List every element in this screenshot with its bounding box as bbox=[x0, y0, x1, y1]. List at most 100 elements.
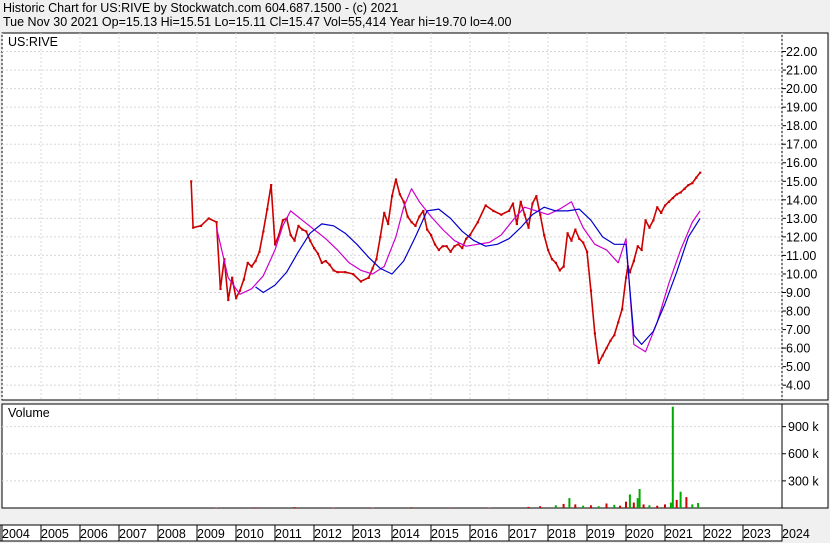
close-point bbox=[433, 243, 437, 246]
close-point bbox=[320, 261, 323, 264]
close-point bbox=[609, 339, 612, 342]
close-point bbox=[535, 195, 538, 198]
close-point bbox=[238, 289, 242, 292]
price-tick-label: 8.00 bbox=[786, 305, 810, 319]
close-point bbox=[441, 245, 444, 248]
volume-bar bbox=[562, 503, 565, 508]
year-tick-label: 2022 bbox=[704, 527, 732, 541]
volume-tick-label: 300 k bbox=[788, 474, 819, 488]
volume-bar bbox=[568, 498, 571, 508]
volume-bar bbox=[605, 503, 608, 508]
volume-bar bbox=[632, 502, 635, 508]
close-point bbox=[691, 182, 694, 185]
close-point bbox=[465, 237, 468, 240]
price-tick-label: 5.00 bbox=[786, 360, 810, 374]
volume-bar bbox=[697, 503, 700, 508]
close-point bbox=[570, 239, 573, 242]
price-tick-label: 9.00 bbox=[786, 286, 810, 300]
close-point bbox=[246, 261, 249, 264]
year-tick-label: 2013 bbox=[353, 527, 381, 541]
price-volume-chart: 4.00 5.00 6.00 7.00 8.00 9.00 10.00 11.00 12.00 1… bbox=[0, 32, 829, 542]
close-point bbox=[648, 226, 651, 229]
close-point bbox=[476, 221, 479, 224]
close-point bbox=[625, 276, 628, 279]
volume-bar bbox=[254, 507, 257, 508]
year-tick-label: 2015 bbox=[431, 527, 459, 541]
close-point bbox=[628, 271, 632, 274]
close-point bbox=[344, 271, 347, 274]
close-point bbox=[675, 193, 678, 196]
price-tick-label: 20.00 bbox=[786, 82, 817, 96]
close-point bbox=[558, 269, 561, 272]
close-point bbox=[523, 213, 526, 216]
price-tick-label: 15.00 bbox=[786, 175, 817, 189]
close-point bbox=[262, 230, 265, 233]
close-point bbox=[313, 247, 316, 250]
close-point bbox=[519, 200, 522, 203]
close-point bbox=[695, 176, 698, 179]
price-tick-label: 4.00 bbox=[786, 379, 810, 393]
year-tick-label: 2019 bbox=[587, 527, 615, 541]
year-tick-label: 2021 bbox=[665, 527, 693, 541]
close-point bbox=[527, 226, 530, 229]
close-point bbox=[511, 202, 515, 205]
close-point bbox=[554, 261, 557, 264]
close-point bbox=[270, 184, 273, 187]
close-point bbox=[636, 245, 639, 248]
close-point bbox=[492, 209, 495, 213]
year-tick-label: 2004 bbox=[2, 527, 30, 541]
close-point bbox=[453, 245, 456, 248]
volume-bar bbox=[691, 504, 694, 508]
price-tick-label: 11.00 bbox=[786, 249, 816, 263]
year-tick-label: 2009 bbox=[197, 527, 225, 541]
volume-bar bbox=[527, 506, 530, 508]
close-point bbox=[515, 222, 518, 226]
close-point bbox=[484, 204, 487, 207]
close-point bbox=[242, 278, 245, 281]
close-point bbox=[258, 250, 261, 253]
close-point bbox=[644, 219, 647, 222]
close-point bbox=[227, 298, 230, 302]
volume-bar bbox=[554, 505, 557, 508]
close-point bbox=[593, 332, 596, 335]
year-tick-label: 2008 bbox=[158, 527, 186, 541]
close-point bbox=[426, 228, 429, 231]
close-point bbox=[219, 287, 222, 290]
close-point bbox=[402, 200, 405, 203]
close-point bbox=[324, 260, 327, 263]
close-point bbox=[328, 263, 331, 266]
close-point bbox=[469, 234, 472, 237]
price-tick-label: 13.00 bbox=[786, 212, 817, 226]
year-axis: 2004 2005 2006 2007 2008 2009 2010 2011 2012 2013… bbox=[0, 524, 810, 542]
close-point bbox=[574, 228, 577, 231]
volume-panel-title: Volume bbox=[8, 406, 50, 420]
close-point bbox=[508, 209, 511, 213]
close-point bbox=[418, 215, 421, 218]
volume-bar bbox=[642, 504, 645, 508]
year-tick-label: 2014 bbox=[392, 527, 420, 541]
volume-bar bbox=[539, 506, 542, 508]
volume-bar bbox=[636, 498, 639, 508]
close-point bbox=[667, 200, 671, 203]
close-point bbox=[605, 347, 608, 350]
close-point bbox=[671, 197, 674, 200]
close-point bbox=[687, 184, 690, 187]
close-point bbox=[332, 269, 335, 272]
year-tick-label: 2011 bbox=[275, 527, 302, 541]
close-point bbox=[231, 276, 234, 279]
close-point bbox=[683, 187, 686, 190]
price-tick-label: 14.00 bbox=[786, 193, 817, 207]
close-point bbox=[422, 209, 425, 213]
close-point bbox=[664, 204, 667, 207]
close-point bbox=[632, 260, 635, 263]
volume-bar bbox=[371, 507, 374, 508]
price-tick-label: 21.00 bbox=[786, 64, 817, 78]
close-point bbox=[207, 217, 210, 220]
close-point bbox=[235, 297, 238, 300]
close-point bbox=[621, 308, 624, 311]
close-point bbox=[281, 219, 284, 222]
close-point bbox=[586, 250, 589, 253]
close-point bbox=[293, 239, 296, 242]
close-point bbox=[531, 202, 534, 205]
close-point bbox=[309, 239, 312, 242]
